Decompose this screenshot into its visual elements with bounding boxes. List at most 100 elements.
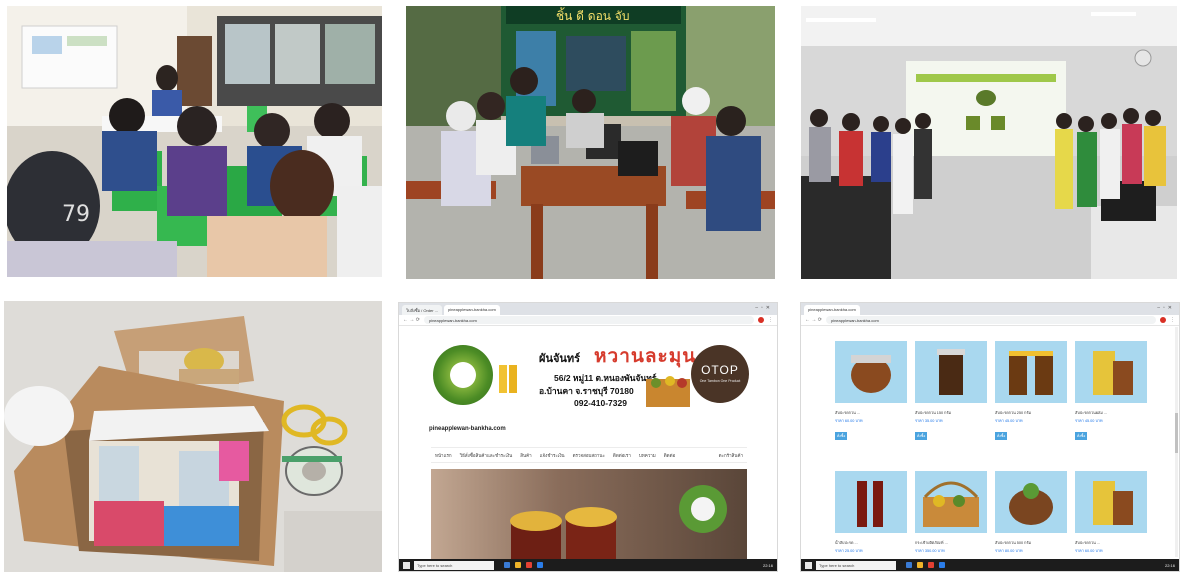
photo-collage: 79 ชิ้น ดี ดอน จับ ใบสั่งซื้อ / Order ..… <box>0 0 1184 574</box>
product-price: ราคา 60.00 บาท <box>1075 548 1103 553</box>
taskbar-app-icons <box>504 562 543 568</box>
taskbar-app-icons <box>906 562 945 568</box>
product-image <box>1075 341 1147 403</box>
svg-text:79: 79 <box>62 202 90 227</box>
chrome-icon[interactable] <box>526 562 532 568</box>
window-controls[interactable]: –▫✕ <box>1157 305 1175 311</box>
product-price: ราคา 60.00 บาท <box>835 418 863 423</box>
product-card[interactable]: สับปะรดกวน 150 กรัม ราคา 35.00 บาท สั่งซ… <box>915 341 987 442</box>
shop-phone: 092-410-7329 <box>574 398 627 408</box>
nav-item-payment[interactable]: แจ้งชำระเงิน <box>540 452 565 459</box>
site-domain-title[interactable]: pineapplewan-bankha.com <box>429 426 506 432</box>
product-price: ราคา 80.00 บาท <box>995 548 1023 553</box>
site-nav-menu: หน้าแรก วิธีสั่งซื้อสินค้าและชำระเงิน สิ… <box>431 447 747 463</box>
window-controls[interactable]: –▫✕ <box>755 305 773 311</box>
product-image <box>915 341 987 403</box>
product-name[interactable]: น้ำสับปะรด ... <box>835 541 907 546</box>
taskbar-search[interactable]: Type here to search <box>816 560 896 570</box>
cart-link[interactable]: ตะกร้าสินค้า <box>719 452 747 459</box>
product-name[interactable]: สับปะรดกวน ... <box>835 411 907 416</box>
profile-avatar[interactable] <box>758 317 764 323</box>
browser-tab[interactable]: ใบสั่งซื้อ / Order ... <box>402 305 443 315</box>
windows-taskbar: Type here to search 22:16 <box>399 559 777 571</box>
product-name[interactable]: สับปะรดกวนผสม ... <box>1075 411 1147 416</box>
order-button[interactable]: สั่งซื้อ <box>835 431 848 440</box>
shop-name-main: หวานละมุน <box>594 346 697 367</box>
nav-item-status[interactable]: ตรวจสอบสถานะ <box>573 452 605 459</box>
product-card[interactable]: สับปะรดกวน 500 กรัม ราคา 80.00 บาท สั่งซ… <box>995 471 1067 571</box>
hero-image <box>510 485 727 561</box>
product-card[interactable]: กระเช้าผลิตภัณฑ์ ... ราคา 350.00 บาท สั่… <box>915 471 987 571</box>
product-card[interactable]: สับปะรดกวน 250 กรัม ราคา 45.00 บาท สั่งซ… <box>995 341 1067 442</box>
browser-tab-bar: pineapplewan-bankha.com –▫✕ <box>801 303 1179 315</box>
product-name[interactable]: สับปะรดกวน 250 กรัม <box>995 411 1067 416</box>
order-button[interactable]: สั่งซื้อ <box>915 431 928 440</box>
nav-item-home[interactable]: หน้าแรก <box>435 452 452 459</box>
windows-taskbar: Type here to search 22:16 <box>801 559 1179 571</box>
menu-dots-icon[interactable]: ⋮ <box>768 317 773 323</box>
product-image <box>1075 471 1147 533</box>
otop-tagline: One Tambon One Product <box>699 379 741 383</box>
product-card[interactable]: สับปะรดกวน ... ราคา 60.00 บาท สั่งซื้อ <box>835 341 907 442</box>
app-icon[interactable] <box>906 562 912 568</box>
nav-item-contact-2[interactable]: ติดต่อ <box>664 452 675 459</box>
website-homepage-screenshot: ใบสั่งซื้อ / Order ... pineapplewan-bank… <box>398 302 778 572</box>
nav-item-products[interactable]: สินค้า <box>520 452 531 459</box>
shop-address-line1: 56/2 หมู่11 ต.หนองพันจันทร์ <box>554 373 657 383</box>
order-button[interactable]: สั่งซื้อ <box>995 431 1008 440</box>
product-image <box>995 341 1067 403</box>
scrollbar-thumb[interactable] <box>1175 413 1178 453</box>
photo-packing-box <box>4 301 382 572</box>
folder-icon[interactable] <box>515 562 521 568</box>
hero-slider <box>431 469 747 561</box>
product-name[interactable]: กระเช้าผลิตภัณฑ์ ... <box>915 541 987 546</box>
product-name[interactable]: สับปะรดกวน 150 กรัม <box>915 411 987 416</box>
browser-address-bar: ← → ⟳ pineapplewan-bankha.com ⋮ <box>801 315 1179 326</box>
word-icon[interactable] <box>537 562 543 568</box>
product-price: ราคา 45.00 บาท <box>995 418 1023 423</box>
chrome-icon[interactable] <box>928 562 934 568</box>
folder-icon[interactable] <box>917 562 923 568</box>
shop-name-prefix: ผันจันทร์ <box>539 353 581 365</box>
menu-dots-icon[interactable]: ⋮ <box>1170 317 1175 323</box>
product-name[interactable]: สับปะรดกวน ... <box>1075 541 1147 546</box>
browser-address-bar: ← → ⟳ pineapplewan-bankha.com ⋮ <box>399 315 777 326</box>
word-icon[interactable] <box>939 562 945 568</box>
product-card[interactable]: น้ำสับปะรด ... ราคา 25.00 บาท สั่งซื้อ <box>835 471 907 571</box>
windows-start-icon[interactable] <box>805 561 812 569</box>
profile-avatar[interactable] <box>1160 317 1166 323</box>
product-image <box>835 341 907 403</box>
order-button[interactable]: สั่งซื้อ <box>1075 431 1088 440</box>
photo-group-presentation <box>801 6 1177 279</box>
browser-tab-active[interactable]: pineapplewan-bankha.com <box>444 305 500 315</box>
photo-computer-workshop: ชิ้น ดี ดอน จับ <box>406 6 775 279</box>
back-forward-reload-icons[interactable]: ← → ⟳ <box>805 317 822 323</box>
product-image <box>835 471 907 533</box>
app-icon[interactable] <box>504 562 510 568</box>
otop-logo: OTOP One Tambon One Product <box>691 345 749 403</box>
product-label-logo <box>433 345 493 405</box>
product-bottles-image <box>499 365 517 393</box>
shop-banner: ผันจันทร์ หวานละมุน 56/2 หมู่11 ต.หนองพั… <box>429 341 749 421</box>
windows-start-icon[interactable] <box>403 561 410 569</box>
browser-tab-active[interactable]: pineapplewan-bankha.com <box>804 305 860 315</box>
taskbar-clock: 22:16 <box>762 562 773 568</box>
product-price: ราคา 25.00 บาท <box>835 548 863 553</box>
back-forward-reload-icons[interactable]: ← → ⟳ <box>403 317 420 323</box>
product-price: ราคา 35.00 บาท <box>915 418 943 423</box>
url-field[interactable]: pineapplewan-bankha.com <box>825 316 1156 324</box>
nav-item-articles[interactable]: บทความ <box>639 452 656 459</box>
otop-logo-text: OTOP <box>701 363 739 377</box>
taskbar-search[interactable]: Type here to search <box>414 560 494 570</box>
product-card[interactable]: สับปะรดกวนผสม ... ราคา 45.00 บาท สั่งซื้… <box>1075 341 1147 442</box>
product-card[interactable]: สับปะรดกวน ... ราคา 60.00 บาท สั่งซื้อ <box>1075 471 1147 571</box>
nav-item-how-to-order[interactable]: วิธีสั่งซื้อสินค้าและชำระเงิน <box>460 452 513 459</box>
nav-item-contact[interactable]: ติดต่อเรา <box>613 452 631 459</box>
browser-tab-bar: ใบสั่งซื้อ / Order ... pineapplewan-bank… <box>399 303 777 315</box>
wall-sign-text: ชิ้น ดี ดอน จับ <box>556 7 629 23</box>
shop-address-line2: อ.บ้านคา จ.ราชบุรี 70180 <box>539 386 634 396</box>
product-image <box>915 471 987 533</box>
product-name[interactable]: สับปะรดกวน 500 กรัม <box>995 541 1067 546</box>
product-basket-image <box>646 376 690 407</box>
url-field[interactable]: pineapplewan-bankha.com <box>423 316 754 324</box>
